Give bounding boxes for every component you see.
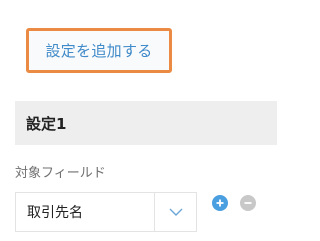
setting-title: 設定1 [26, 114, 67, 133]
target-field-selected-value: 取引先名 [27, 205, 83, 221]
target-field-dropdown-toggle[interactable] [154, 193, 196, 231]
add-setting-button[interactable]: 設定を追加する [26, 28, 172, 73]
plus-icon [216, 199, 224, 207]
add-field-button[interactable] [212, 195, 228, 211]
target-field-select[interactable]: 取引先名 [15, 192, 197, 232]
target-field-label: 対象フィールド [15, 166, 106, 181]
remove-field-button[interactable] [240, 195, 256, 211]
setting-section-header: 設定1 [15, 101, 277, 145]
add-setting-button-label: 設定を追加する [45, 42, 153, 60]
settings-panel: 設定を追加する 設定1 対象フィールド 取引先名 [0, 0, 277, 241]
chevron-down-icon [169, 208, 182, 216]
minus-icon [244, 202, 252, 204]
